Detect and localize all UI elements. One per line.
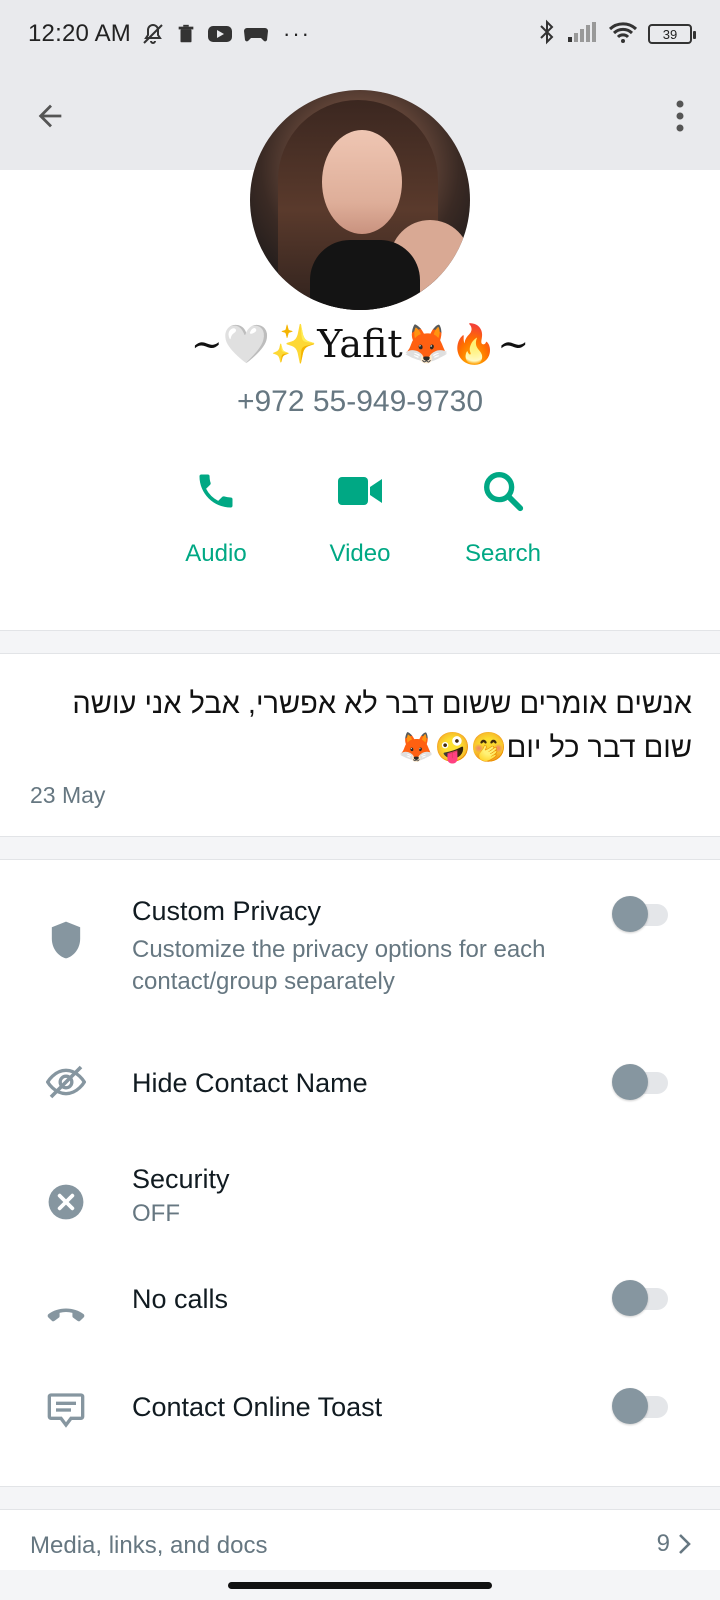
toggle-knob bbox=[612, 1280, 648, 1316]
avatar-face bbox=[322, 130, 402, 234]
audio-label: Audio bbox=[185, 540, 247, 567]
section-divider bbox=[0, 630, 720, 654]
no-calls-toggle[interactable] bbox=[610, 1280, 670, 1316]
video-label: Video bbox=[329, 540, 391, 567]
custom-privacy-toggle[interactable] bbox=[610, 896, 670, 932]
trash-icon bbox=[175, 23, 197, 45]
eye-off-icon bbox=[44, 1060, 88, 1104]
setting-security[interactable]: Security OFF bbox=[0, 1140, 720, 1270]
media-count: 9 bbox=[656, 1530, 670, 1557]
about-section: אנשים אומרים ששום דבר לא אפשרי, אבל אני … bbox=[0, 654, 720, 836]
video-camera-icon bbox=[336, 460, 384, 522]
toggle-knob bbox=[612, 896, 648, 932]
avatar-shirt bbox=[310, 240, 420, 310]
setting-hide-contact-name[interactable]: Hide Contact Name bbox=[0, 1030, 720, 1140]
about-date: 23 May bbox=[30, 782, 106, 808]
more-vert-icon bbox=[675, 99, 685, 138]
mute-icon bbox=[141, 22, 165, 46]
status-icons-right: 39 bbox=[538, 19, 696, 50]
close-circle-icon bbox=[44, 1180, 88, 1224]
setting-title: Contact Online Toast bbox=[132, 1392, 383, 1422]
status-bar: 12:20 AM ··· 39 bbox=[0, 0, 720, 68]
overflow-menu-button[interactable] bbox=[666, 96, 694, 140]
video-call-button[interactable]: Video bbox=[300, 460, 420, 590]
setting-title: Custom Privacy bbox=[132, 896, 322, 926]
battery-indicator: 39 bbox=[648, 24, 696, 44]
signal-icon bbox=[566, 21, 598, 48]
status-time: 12:20 AM bbox=[28, 20, 132, 47]
toggle-knob bbox=[612, 1388, 648, 1424]
media-label: Media, links, and docs bbox=[30, 1532, 268, 1559]
setting-title: Security bbox=[132, 1164, 230, 1194]
search-icon bbox=[480, 460, 526, 522]
action-row: Audio Video Search bbox=[0, 460, 720, 590]
status-icons-left: ··· bbox=[141, 21, 311, 47]
gamepad-icon bbox=[243, 24, 269, 44]
search-label: Search bbox=[464, 540, 542, 567]
shield-icon bbox=[44, 918, 88, 962]
setting-subtitle: OFF bbox=[132, 1200, 180, 1227]
back-button[interactable] bbox=[28, 96, 72, 140]
status-more-dots: ··· bbox=[283, 21, 311, 46]
setting-title: Hide Contact Name bbox=[132, 1068, 368, 1098]
message-icon bbox=[44, 1388, 88, 1432]
profile-avatar[interactable] bbox=[250, 90, 470, 310]
call-end-icon bbox=[44, 1292, 88, 1336]
section-divider bbox=[0, 1486, 720, 1510]
toggle-knob bbox=[612, 1064, 648, 1100]
section-divider bbox=[0, 836, 720, 860]
setting-no-calls[interactable]: No calls bbox=[0, 1270, 720, 1380]
arrow-left-icon bbox=[33, 99, 67, 138]
wifi-icon bbox=[608, 20, 638, 49]
youtube-icon bbox=[207, 24, 233, 44]
setting-custom-privacy[interactable]: Custom Privacy Customize the privacy opt… bbox=[0, 860, 720, 1020]
gesture-handle[interactable] bbox=[228, 1582, 492, 1589]
phone-icon bbox=[194, 460, 238, 522]
contact-name: ~🤍✨Yafit🦊🔥~ bbox=[190, 322, 530, 366]
about-text: אנשים אומרים ששום דבר לא אפשרי, אבל אני … bbox=[72, 688, 692, 764]
chevron-right-icon bbox=[678, 1532, 692, 1561]
setting-title: No calls bbox=[132, 1284, 229, 1314]
hide-contact-name-toggle[interactable] bbox=[610, 1064, 670, 1100]
audio-call-button[interactable]: Audio bbox=[156, 460, 276, 590]
setting-contact-online-toast[interactable]: Contact Online Toast bbox=[0, 1380, 720, 1480]
search-button[interactable]: Search bbox=[443, 460, 563, 590]
navigation-bar bbox=[0, 1570, 720, 1600]
contact-phone: +972 55-949-9730 bbox=[236, 385, 484, 418]
contact-online-toast-toggle[interactable] bbox=[610, 1388, 670, 1424]
bluetooth-icon bbox=[538, 19, 556, 50]
setting-subtitle: Customize the privacy options for each c… bbox=[132, 936, 546, 995]
